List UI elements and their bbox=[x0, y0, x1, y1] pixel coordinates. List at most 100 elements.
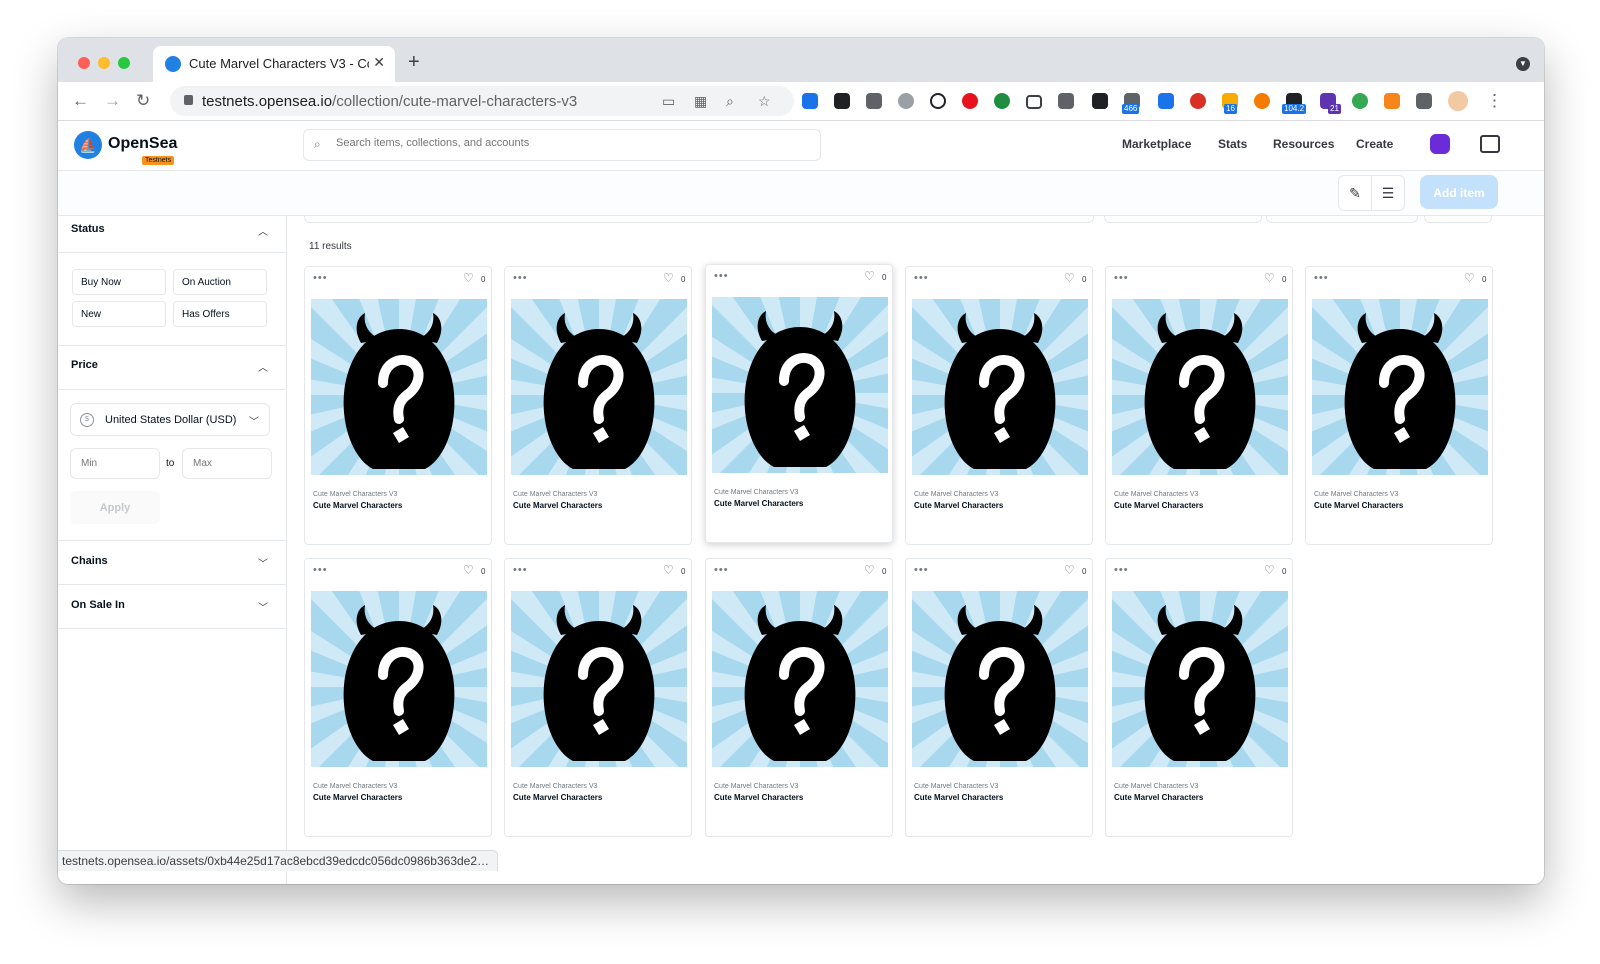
heart-icon[interactable]: ♡ bbox=[1464, 271, 1475, 285]
more-options-icon[interactable]: ••• bbox=[914, 564, 929, 576]
price-filter-header[interactable]: Price ︿ bbox=[58, 345, 286, 390]
more-options-icon[interactable]: ••• bbox=[1314, 272, 1329, 284]
asset-collection-name[interactable]: Cute Marvel Characters V3 bbox=[1314, 491, 1398, 498]
status-filter-header[interactable]: Status ︿ bbox=[58, 216, 286, 253]
extension-icon-5[interactable] bbox=[930, 93, 946, 109]
more-options-icon[interactable]: ••• bbox=[1114, 272, 1129, 284]
reload-button[interactable]: ↻ bbox=[136, 91, 150, 111]
more-options-icon[interactable]: ••• bbox=[714, 270, 729, 282]
cast-icon[interactable]: ▭ bbox=[662, 93, 675, 110]
metamask-fox-icon[interactable] bbox=[1384, 93, 1400, 109]
extension-icon-3[interactable] bbox=[866, 93, 882, 109]
gmail-extension-icon[interactable] bbox=[1092, 93, 1108, 109]
asset-image[interactable] bbox=[912, 299, 1088, 475]
nav-marketplace[interactable]: Marketplace bbox=[1122, 137, 1191, 151]
forward-button[interactable]: → bbox=[104, 91, 121, 111]
edit-pencil-icon[interactable]: ✎ bbox=[1338, 175, 1372, 211]
brand-name[interactable]: OpenSea bbox=[108, 135, 177, 153]
asset-collection-name[interactable]: Cute Marvel Characters V3 bbox=[513, 783, 597, 790]
bookmark-star-icon[interactable]: ☆ bbox=[758, 93, 771, 110]
min-price-input[interactable] bbox=[70, 448, 160, 479]
extension-icon-15[interactable] bbox=[1254, 93, 1270, 109]
zoom-window-button[interactable] bbox=[118, 57, 130, 69]
asset-image[interactable] bbox=[1112, 299, 1288, 475]
asset-card[interactable]: ••• ♡ 0 Cute Marvel Characters V3 Cute Marve… bbox=[504, 558, 692, 837]
more-options-icon[interactable]: ••• bbox=[313, 272, 328, 284]
add-item-button[interactable]: Add item bbox=[1420, 175, 1498, 209]
nav-create[interactable]: Create bbox=[1356, 137, 1393, 151]
asset-image[interactable] bbox=[511, 591, 687, 767]
new-tab-button[interactable]: + bbox=[408, 51, 420, 74]
extension-icon-1[interactable] bbox=[802, 93, 818, 109]
new-button[interactable]: New bbox=[72, 301, 166, 327]
asset-image[interactable] bbox=[311, 299, 487, 475]
asset-collection-name[interactable]: Cute Marvel Characters V3 bbox=[313, 491, 397, 498]
chains-filter-header[interactable]: Chains ﹀ bbox=[58, 540, 286, 585]
tab-close-icon[interactable]: ✕ bbox=[373, 54, 385, 71]
currency-select[interactable]: $ United States Dollar (USD) ﹀ bbox=[70, 403, 270, 436]
asset-collection-name[interactable]: Cute Marvel Characters V3 bbox=[714, 489, 798, 496]
browser-tab[interactable]: Cute Marvel Characters V3 - Coll ✕ bbox=[153, 46, 395, 82]
puzzle-extensions-icon[interactable] bbox=[1416, 93, 1432, 109]
heart-icon[interactable]: ♡ bbox=[1064, 563, 1075, 577]
has-offers-button[interactable]: Has Offers bbox=[173, 301, 267, 327]
asset-card[interactable]: ••• ♡ 0 Cute Marvel Characters V3 Cute Marve… bbox=[1305, 266, 1493, 545]
asset-card[interactable]: ••• ♡ 0 Cute Marvel Characters V3 Cute Marve… bbox=[905, 266, 1093, 545]
evernote-icon[interactable] bbox=[1352, 93, 1368, 109]
more-options-icon[interactable]: ••• bbox=[513, 564, 528, 576]
asset-image[interactable] bbox=[311, 591, 487, 767]
asset-image[interactable] bbox=[511, 299, 687, 475]
asset-collection-name[interactable]: Cute Marvel Characters V3 bbox=[914, 491, 998, 498]
extension-icon-2[interactable] bbox=[834, 93, 850, 109]
buy-now-button[interactable]: Buy Now bbox=[72, 269, 166, 295]
asset-image[interactable] bbox=[712, 591, 888, 767]
profile-avatar[interactable] bbox=[1448, 91, 1468, 111]
close-window-button[interactable] bbox=[78, 57, 90, 69]
shield-extension-icon[interactable] bbox=[1158, 93, 1174, 109]
asset-card[interactable]: ••• ♡ 0 Cute Marvel Characters V3 Cute Marve… bbox=[304, 266, 492, 545]
asset-card[interactable]: ••• ♡ 0 Cute Marvel Characters V3 Cute Marve… bbox=[504, 266, 692, 545]
asset-collection-name[interactable]: Cute Marvel Characters V3 bbox=[714, 783, 798, 790]
nav-resources[interactable]: Resources bbox=[1273, 137, 1334, 151]
globe-extension-icon[interactable] bbox=[994, 93, 1010, 109]
heart-icon[interactable]: ♡ bbox=[663, 271, 674, 285]
asset-card[interactable]: ••• ♡ 0 Cute Marvel Characters V3 Cute Marve… bbox=[905, 558, 1093, 837]
search-input[interactable] bbox=[334, 136, 808, 150]
extension-icon-13[interactable] bbox=[1190, 93, 1206, 109]
wallet-icon[interactable] bbox=[1480, 135, 1500, 153]
heart-icon[interactable]: ♡ bbox=[463, 563, 474, 577]
more-options-icon[interactable]: ••• bbox=[313, 564, 328, 576]
minimize-window-button[interactable] bbox=[98, 57, 110, 69]
zoom-icon[interactable]: ⌕ bbox=[726, 93, 734, 110]
apply-button[interactable]: Apply bbox=[70, 491, 160, 524]
asset-collection-name[interactable]: Cute Marvel Characters V3 bbox=[313, 783, 397, 790]
recycle-icon[interactable] bbox=[1058, 93, 1074, 109]
on-sale-in-filter-header[interactable]: On Sale In ﹀ bbox=[58, 584, 286, 629]
extension-icon-4[interactable] bbox=[898, 93, 914, 109]
asset-collection-name[interactable]: Cute Marvel Characters V3 bbox=[1114, 783, 1198, 790]
heart-icon[interactable]: ♡ bbox=[864, 269, 875, 283]
asset-image[interactable] bbox=[912, 591, 1088, 767]
asset-card[interactable]: ••• ♡ 0 Cute Marvel Characters V3 Cute Marve… bbox=[304, 558, 492, 837]
more-options-icon[interactable]: ••• bbox=[513, 272, 528, 284]
heart-icon[interactable]: ♡ bbox=[663, 563, 674, 577]
heart-icon[interactable]: ♡ bbox=[463, 271, 474, 285]
heart-icon[interactable]: ♡ bbox=[1064, 271, 1075, 285]
list-view-icon[interactable]: ☰ bbox=[1371, 175, 1405, 211]
more-options-icon[interactable]: ••• bbox=[714, 564, 729, 576]
opensea-logo-icon[interactable]: ⛵ bbox=[74, 131, 102, 159]
max-price-input[interactable] bbox=[182, 448, 272, 479]
heart-icon[interactable]: ♡ bbox=[864, 563, 875, 577]
asset-card[interactable]: ••• ♡ 0 Cute Marvel Characters V3 Cute Marve… bbox=[705, 264, 893, 543]
heart-icon[interactable]: ♡ bbox=[1264, 563, 1275, 577]
more-options-icon[interactable]: ••• bbox=[1114, 564, 1129, 576]
qr-code-icon[interactable]: ▦ bbox=[694, 93, 707, 110]
more-options-icon[interactable]: ••• bbox=[914, 272, 929, 284]
tab-search-icon[interactable]: ▼ bbox=[1516, 57, 1530, 71]
on-auction-button[interactable]: On Auction bbox=[173, 269, 267, 295]
back-button[interactable]: ← bbox=[72, 91, 89, 111]
asset-collection-name[interactable]: Cute Marvel Characters V3 bbox=[513, 491, 597, 498]
search-box[interactable]: ⌕ bbox=[303, 129, 821, 161]
asset-image[interactable] bbox=[712, 297, 888, 473]
opera-icon[interactable] bbox=[962, 93, 978, 109]
